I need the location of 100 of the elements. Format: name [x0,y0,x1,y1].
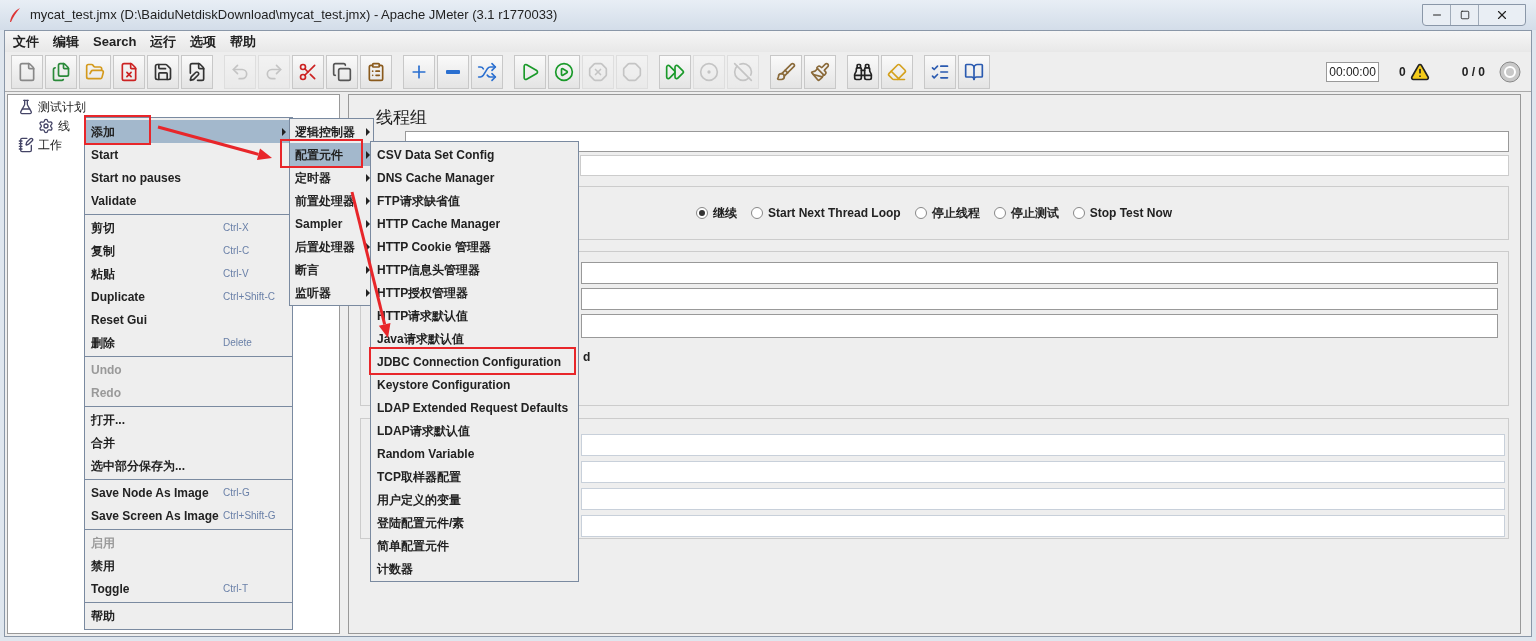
context-menu-item[interactable]: 粘贴 Ctrl-V [85,262,292,285]
save-button[interactable] [147,54,179,89]
submenu-item[interactable]: 登陆配置元件/素 [371,511,578,534]
remote-start-button[interactable] [659,54,691,89]
start-no-pause-icon [554,61,574,82]
context-menu-item[interactable]: 剪切 Ctrl-X [85,216,292,239]
loop-count-field[interactable] [581,314,1498,338]
menu-item[interactable]: 帮助 [230,31,257,52]
scheduler-field[interactable] [581,434,1505,456]
start-no-pause-button[interactable] [548,54,580,89]
submenu-item[interactable]: LDAP请求默认值 [371,419,578,442]
name-field[interactable] [405,131,1509,152]
radio-option[interactable]: 停止测试 [993,204,1059,222]
tree-item[interactable]: 工作 [38,135,62,154]
radio-option[interactable]: Start Next Thread Loop [751,204,901,222]
clear-all-button[interactable] [804,54,836,89]
toggle-button[interactable] [471,54,503,89]
menu-item[interactable]: Search [93,31,137,52]
paste-button[interactable] [360,54,392,89]
cut-button[interactable] [292,54,324,89]
context-menu-item[interactable]: 选中部分保存为... [85,454,292,477]
context-menu-item[interactable]: 添加 [85,120,292,143]
submenu-item[interactable]: Keystore Configuration [371,373,578,396]
context-menu-item[interactable]: 帮助 [85,604,292,627]
menu-item-label: Reset Gui [91,311,147,329]
submenu-item[interactable]: CSV Data Set Config [371,143,578,166]
undo-icon [230,61,250,82]
radio-button[interactable] [1072,207,1085,219]
context-menu-item[interactable]: 复制 Ctrl-C [85,239,292,262]
radio-option[interactable]: 停止线程 [914,204,980,222]
shutdown-icon [622,61,642,82]
collapse-icon [446,69,460,74]
new-file-button[interactable] [11,54,43,89]
submenu-item[interactable]: JDBC Connection Configuration [371,350,578,373]
start-button[interactable] [514,54,546,89]
templates-button[interactable] [45,54,77,89]
submenu-item[interactable]: 计数器 [371,557,578,580]
submenu-item[interactable]: LDAP Extended Request Defaults [371,396,578,419]
radio-option[interactable]: 继续 [696,204,737,222]
radio-button[interactable] [993,207,1006,219]
scheduler-field[interactable] [581,461,1505,483]
submenu-item[interactable]: 简单配置元件 [371,534,578,557]
copy-button[interactable] [326,54,358,89]
submenu-item[interactable]: HTTP信息头管理器 [371,258,578,281]
help-button[interactable] [958,54,990,89]
menu-item-label: 监听器 [295,284,331,302]
submenu-item[interactable]: DNS Cache Manager [371,166,578,189]
menu-item[interactable]: 选项 [190,31,217,52]
menu-item-label: Start [91,146,119,164]
threads-field[interactable] [581,262,1498,284]
context-menu-item[interactable]: 合并 [85,431,292,454]
menu-item[interactable]: 文件 [13,31,39,52]
submenu-item[interactable]: 逻辑控制器 [290,120,373,143]
submenu-item[interactable]: 配置元件 [290,143,373,166]
context-menu-item[interactable]: 打开... [85,408,292,431]
radio-button[interactable] [696,207,708,219]
context-menu-item[interactable]: Save Screen As Image Ctrl+Shift-G [85,504,292,527]
tree-item[interactable]: 测试计划 [38,97,86,116]
submenu-item[interactable]: 用户定义的变量 [371,488,578,511]
clear-icon [776,61,796,82]
flask-icon [18,98,34,115]
radio-button[interactable] [751,207,763,219]
menu-item-label: Toggle [91,580,130,598]
clear-button[interactable] [770,54,802,89]
submenu-item[interactable]: HTTP Cookie 管理器 [371,235,578,258]
context-menu-item[interactable]: Reset Gui [85,308,292,331]
submenu-item[interactable]: FTP请求缺省值 [371,189,578,212]
context-menu-item[interactable]: Start [85,143,292,166]
ramp-up-field[interactable] [581,288,1498,310]
menu-item-label: 帮助 [91,607,115,625]
comment-field[interactable] [580,155,1509,176]
menu-item[interactable]: 编辑 [53,31,79,52]
submenu-item[interactable]: Random Variable [371,442,578,465]
tree-item[interactable]: 线 [58,116,70,135]
collapse-button[interactable] [437,54,469,89]
context-menu-item[interactable]: Save Node As Image Ctrl-G [85,481,292,504]
submenu-item[interactable]: Java请求默认值 [371,327,578,350]
close-file-button[interactable] [113,54,145,89]
radio-option[interactable]: Stop Test Now [1072,204,1173,222]
radio-button[interactable] [914,207,927,219]
context-menu-item[interactable]: Start no pauses [85,166,292,189]
save-as-button[interactable] [181,54,213,89]
scheduler-field[interactable] [581,515,1505,537]
templates-icon [51,61,71,82]
open-folder-button[interactable] [79,54,111,89]
context-menu-item[interactable]: 禁用 [85,554,292,577]
menu-item-label: Save Node As Image [91,484,209,502]
context-menu-item[interactable]: Duplicate Ctrl+Shift-C [85,285,292,308]
redo-icon [264,61,284,82]
submenu-item[interactable]: TCP取样器配置 [371,465,578,488]
context-menu-item[interactable]: Toggle Ctrl-T [85,577,292,600]
expand-button[interactable] [403,54,435,89]
context-menu-item[interactable]: Validate [85,189,292,212]
scheduler-field[interactable] [581,488,1505,510]
function-list-button[interactable] [924,54,956,89]
submenu-item[interactable]: HTTP Cache Manager [371,212,578,235]
menu-item[interactable]: 运行 [150,31,177,52]
search-button[interactable] [847,54,879,89]
menu-item-label: 删除 [91,334,115,352]
context-menu-item[interactable]: 删除 Delete [85,331,292,354]
